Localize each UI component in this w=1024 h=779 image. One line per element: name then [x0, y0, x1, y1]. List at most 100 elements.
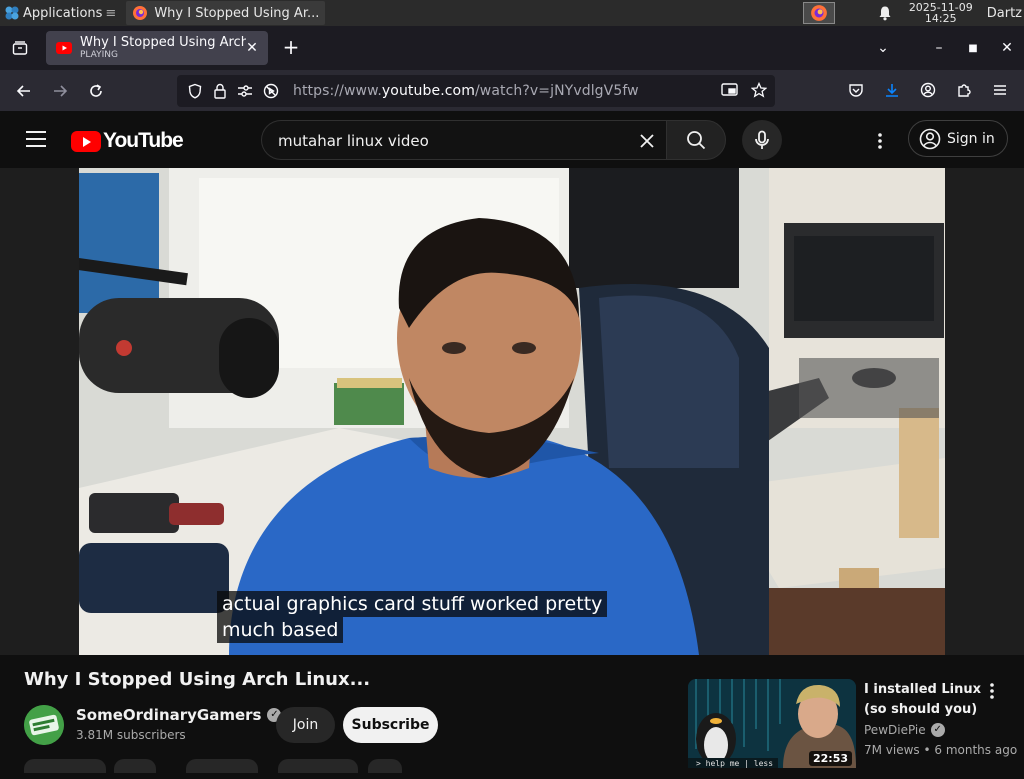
applications-menu-icon [5, 6, 19, 20]
reload-button[interactable] [78, 75, 114, 107]
app-menu-button[interactable] [984, 74, 1016, 106]
video-duration-badge: 22:53 [808, 751, 852, 766]
forward-arrow-icon [54, 84, 68, 97]
search-box [261, 120, 667, 160]
notification-bell-icon[interactable] [877, 5, 893, 21]
player-side-left [0, 168, 79, 655]
video-frame-image [79, 168, 945, 655]
voice-search-button[interactable] [742, 120, 782, 160]
recommended-channel[interactable]: PewDiePie ✓ [864, 723, 945, 737]
video-frame[interactable] [79, 168, 945, 655]
back-arrow-icon [16, 84, 30, 97]
close-window-button[interactable]: ✕ [990, 40, 1024, 56]
tracking-protection-shield-icon[interactable] [187, 83, 203, 99]
menu-separator-icon: ≡ [105, 5, 117, 21]
more-vertical-icon [878, 133, 882, 149]
account-button[interactable] [912, 74, 944, 106]
recommended-channel-label: PewDiePie [864, 723, 926, 737]
search-input[interactable] [278, 130, 608, 152]
url-host: youtube.com [381, 83, 475, 99]
channel-name-label: SomeOrdinaryGamers [76, 706, 262, 724]
more-actions-button[interactable] [368, 759, 402, 773]
list-all-tabs-button[interactable] [0, 26, 40, 70]
desktop-taskbar: Applications ≡ Why I Stopped Using Ar...… [0, 0, 1024, 26]
firefox-tray-icon [810, 5, 827, 21]
taskbar-window-title: Why I Stopped Using Ar... [154, 5, 320, 21]
download-icon [886, 84, 898, 97]
like-button[interactable] [24, 759, 106, 773]
minimize-window-button[interactable]: – [922, 40, 956, 56]
thumbnail-text: > help me | less [696, 759, 773, 768]
browser-tab-active[interactable]: Why I Stopped Using Arch PLAYING ✕ [46, 31, 268, 65]
account-circle-icon [919, 128, 941, 149]
maximize-window-button[interactable]: ■ [956, 43, 990, 54]
watch-metadata: Why I Stopped Using Arch Linux... SomeOr… [0, 655, 1024, 773]
bookmark-star-icon[interactable] [751, 82, 767, 98]
youtube-header: YouTube Sign in [0, 111, 1024, 168]
guide-menu-icon[interactable] [26, 131, 46, 147]
firefox-icon [133, 6, 148, 20]
autoplay-blocked-icon[interactable] [263, 83, 279, 99]
user-menu[interactable]: Dartz [987, 6, 1022, 21]
taskbar-window-button[interactable]: Why I Stopped Using Ar... [126, 1, 326, 25]
tray-firefox-button[interactable] [802, 2, 835, 24]
search-button[interactable] [666, 120, 726, 160]
tab-overflow-chevron-icon[interactable]: ⌄ [866, 40, 900, 56]
browser-tab-bar: Why I Stopped Using Arch PLAYING ✕ + ⌄ –… [0, 26, 1024, 70]
browser-navigation-bar: https://www.youtube.com/watch?v=jNYvdlgV… [0, 70, 1024, 111]
share-button[interactable] [114, 759, 156, 773]
player-side-right [945, 168, 1024, 655]
sign-in-label: Sign in [947, 130, 995, 147]
sign-in-button[interactable]: Sign in [908, 120, 1008, 157]
youtube-logo-text: YouTube [103, 129, 184, 152]
tab-list-icon [12, 41, 28, 55]
microphone-icon [755, 130, 769, 149]
url-path: /watch?v=jNYvdlgV5fw [474, 83, 639, 99]
caption-window: actual graphics card stuff worked pretty… [217, 591, 608, 643]
forward-button[interactable] [42, 75, 78, 107]
pocket-icon [849, 84, 863, 97]
address-bar[interactable]: https://www.youtube.com/watch?v=jNYvdlgV… [177, 75, 775, 107]
picture-in-picture-icon[interactable] [721, 82, 739, 98]
clock-time: 14:25 [924, 12, 957, 25]
recommended-views-age: 7M views • 6 months ago [864, 743, 1018, 757]
back-button[interactable] [6, 75, 42, 107]
permissions-icon[interactable] [237, 83, 253, 99]
recommended-video[interactable]: > help me | less 22:53 I installed Linux… [688, 679, 1024, 768]
downloads-button[interactable] [876, 74, 908, 106]
download-button[interactable] [186, 759, 258, 773]
tab-close-icon[interactable]: ✕ [244, 40, 260, 56]
video-title: Why I Stopped Using Arch Linux... [24, 669, 371, 690]
lock-icon[interactable] [213, 83, 227, 99]
subscribe-button[interactable]: Subscribe [343, 707, 438, 743]
search-icon [687, 131, 706, 150]
applications-menu[interactable]: Applications ≡ [0, 0, 120, 26]
url-text[interactable]: https://www.youtube.com/watch?v=jNYvdlgV… [293, 83, 639, 99]
channel-avatar-image [24, 705, 64, 745]
pocket-button[interactable] [840, 74, 872, 106]
settings-more-icon[interactable] [868, 129, 892, 153]
recommended-thumbnail[interactable]: > help me | less 22:53 [688, 679, 856, 768]
hamburger-menu-icon [994, 85, 1006, 95]
applications-menu-label: Applications [23, 5, 103, 21]
caption-line-2: much based [217, 617, 344, 643]
extensions-button[interactable] [948, 74, 980, 106]
clear-search-button[interactable] [635, 129, 659, 153]
account-icon [920, 82, 936, 98]
verified-badge-icon: ✓ [930, 723, 945, 737]
recommended-more-icon[interactable] [984, 679, 1000, 703]
recommended-title[interactable]: I installed Linux (so should you) [864, 680, 984, 720]
channel-avatar[interactable] [24, 705, 64, 745]
video-player[interactable]: actual graphics card stuff worked pretty… [0, 168, 1024, 655]
youtube-favicon-icon [56, 42, 72, 54]
url-prefix: https://www. [293, 83, 382, 99]
join-button[interactable]: Join [276, 707, 335, 743]
youtube-logo[interactable]: YouTube [71, 129, 184, 153]
new-tab-button[interactable]: + [280, 37, 302, 59]
clock[interactable]: 2025-11-09 14:25 [909, 2, 973, 24]
clip-button[interactable] [278, 759, 358, 773]
channel-name[interactable]: SomeOrdinaryGamers ✓ [76, 706, 282, 724]
tab-title: Why I Stopped Using Arch [80, 35, 246, 50]
more-vertical-icon [990, 683, 994, 699]
video-actions-row [24, 759, 464, 779]
